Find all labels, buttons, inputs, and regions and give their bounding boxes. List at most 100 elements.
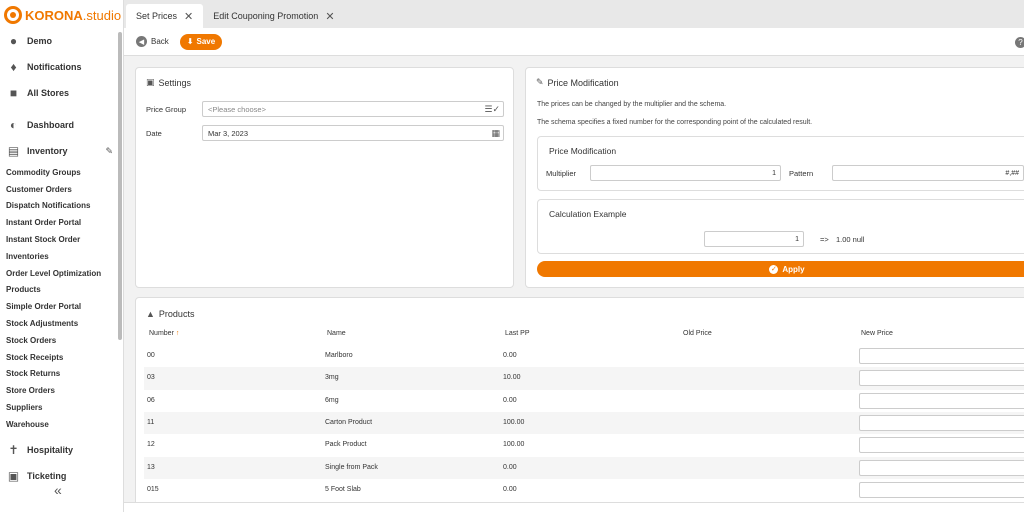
sidebar-item-label: All Stores: [27, 88, 70, 98]
calculation-example-subpanel: Calculation Example 1 => 1.00 null: [537, 199, 1024, 254]
sidebar-item-label: Demo: [27, 36, 53, 46]
price-group-row: Price Group <Please choose> ☰✓: [146, 101, 506, 117]
collapse-sidebar-icon[interactable]: «: [54, 482, 62, 498]
sidebar-item-inventory[interactable]: ▤ Inventory ✎: [0, 138, 123, 164]
sidebar-subitem-inventories[interactable]: Inventories: [0, 248, 123, 265]
calendar-icon[interactable]: ▦: [491, 128, 500, 139]
price-modification-panel: ✎ Price Modification The prices can be c…: [525, 67, 1024, 288]
sidebar-subitem-dispatch-notifications[interactable]: Dispatch Notifications: [0, 198, 123, 215]
pattern-input[interactable]: #,##: [832, 165, 1024, 181]
price-group-select[interactable]: <Please choose> ☰✓: [202, 101, 504, 117]
sidebar-subitem-stock-orders[interactable]: Stock Orders: [0, 332, 123, 349]
close-icon[interactable]: ✕: [184, 10, 193, 23]
settings-title: ▣ Settings: [146, 77, 191, 88]
sidebar-item-demo[interactable]: ● Demo: [0, 28, 123, 54]
sidebar-subitem-instant-stock-order[interactable]: Instant Stock Order: [0, 231, 123, 248]
sidebar-subitem-warehouse[interactable]: Warehouse: [0, 416, 123, 433]
sidebar-subitem-stock-receipts[interactable]: Stock Receipts: [0, 349, 123, 366]
table-row[interactable]: 00 Marlboro 0.00: [144, 345, 1024, 367]
sidebar-subitem-order-level-optimization[interactable]: Order Level Optimization: [0, 265, 123, 282]
sidebar-subitem-suppliers[interactable]: Suppliers: [0, 399, 123, 416]
column-header-old-price[interactable]: Old Price: [683, 330, 712, 337]
sidebar-subitem-products[interactable]: Products: [0, 282, 123, 299]
sitemap-icon: ▲: [146, 309, 155, 319]
column-label: Number: [149, 330, 174, 337]
column-header-name[interactable]: Name: [327, 330, 346, 337]
table-row[interactable]: 13 Single from Pack 0.00: [144, 456, 1024, 479]
back-label: Back: [151, 37, 169, 46]
sidebar-item-label: Ticketing: [27, 470, 67, 481]
ticket-icon: ▣: [7, 468, 20, 483]
boxes-icon: ▤: [7, 144, 20, 158]
table-row[interactable]: 11 Carton Product 100.00: [144, 411, 1024, 435]
price-mod-description: The prices can be changed by the multipl…: [537, 101, 727, 108]
user-icon: ●: [9, 34, 18, 48]
product-name: 5 Foot Slab: [325, 485, 361, 493]
sort-ascending-icon: ↑: [175, 330, 180, 337]
help-icon[interactable]: ?: [1015, 37, 1024, 48]
product-last-pp: 0.00: [503, 352, 517, 359]
table-row[interactable]: 12 Pack Product 100.00: [144, 434, 1024, 456]
product-number: 015: [147, 485, 159, 493]
price-modification-title-text: Price Modification: [547, 77, 619, 88]
column-header-new-price[interactable]: New Price: [861, 330, 893, 337]
product-last-pp: 0.00: [503, 463, 517, 471]
close-icon[interactable]: ✕: [325, 10, 334, 23]
products-title-text: Products: [158, 309, 195, 319]
calculation-input[interactable]: 1: [704, 231, 804, 247]
price-group-value: <Please choose>: [208, 104, 266, 114]
calculation-example-title: Calculation Example: [549, 209, 627, 219]
product-number: 06: [147, 396, 155, 404]
product-number: 13: [147, 463, 155, 471]
sidebar-subitem-store-orders[interactable]: Store Orders: [0, 382, 123, 399]
sidebar-subitem-stock-adjustments[interactable]: Stock Adjustments: [0, 315, 123, 332]
sidebar-subitem-instant-order-portal[interactable]: Instant Order Portal: [0, 214, 123, 231]
back-button[interactable]: ◀ Back: [136, 36, 169, 47]
korona-logo-icon: [4, 6, 22, 24]
settings-title-text: Settings: [158, 77, 192, 88]
price-modification-subpanel: Price Modification Multiplier 1 Pattern …: [537, 136, 1024, 191]
table-row[interactable]: 03 3mg 10.00: [144, 367, 1024, 390]
table-row[interactable]: 015 5 Foot Slab 0.00: [144, 479, 1024, 501]
settings-icon: ▣: [146, 77, 155, 87]
products-title: ▲ Products: [146, 309, 194, 319]
sidebar-subitem-commodity-groups[interactable]: Commodity Groups: [0, 164, 123, 181]
gauge-icon: ◐: [9, 118, 18, 132]
subpanel-title: Price Modification: [549, 146, 617, 156]
date-row: Date Mar 3, 2023 ▦: [146, 125, 506, 141]
sidebar: KORONA .studio ● Demo ♦ Notifications ■ A…: [0, 0, 124, 512]
product-name: 6mg: [325, 396, 339, 404]
sidebar-item-hospitality[interactable]: ✝ Hospitality: [0, 437, 123, 463]
new-price-input[interactable]: [859, 481, 1024, 498]
multiplier-input[interactable]: 1: [590, 165, 781, 181]
logo[interactable]: KORONA .studio: [0, 0, 123, 30]
new-price-input[interactable]: [859, 348, 1024, 364]
new-price-input[interactable]: [859, 370, 1024, 387]
column-header-number[interactable]: Number ↑: [149, 330, 179, 337]
column-header-last-pp[interactable]: Last PP: [505, 330, 530, 337]
product-number: 03: [147, 374, 155, 382]
pencil-icon: ✎: [536, 77, 544, 87]
save-label: Save: [196, 37, 216, 46]
tab-edit-couponing-promotion[interactable]: Edit Couponing Promotion ✕: [203, 4, 344, 28]
date-field[interactable]: Mar 3, 2023 ▦: [202, 125, 504, 141]
sidebar-subitem-stock-returns[interactable]: Stock Returns: [0, 366, 123, 383]
new-price-input[interactable]: [859, 459, 1024, 476]
new-price-input[interactable]: [859, 392, 1024, 409]
new-price-input[interactable]: [859, 414, 1024, 431]
list-check-icon[interactable]: ☰✓: [484, 104, 500, 115]
table-row[interactable]: 06 6mg 0.00: [144, 390, 1024, 412]
apply-button[interactable]: ✓ Apply: [537, 261, 1024, 277]
save-button[interactable]: ⬇ Save: [179, 33, 223, 50]
sidebar-item-dashboard[interactable]: ◐ Dashboard: [0, 112, 123, 138]
sidebar-scrollbar[interactable]: [118, 32, 122, 340]
tab-set-prices[interactable]: Set Prices ✕: [126, 4, 204, 28]
edit-icon[interactable]: ✎: [105, 146, 113, 157]
sidebar-item-notifications[interactable]: ♦ Notifications: [0, 54, 123, 80]
sidebar-subitem-simple-order-portal[interactable]: Simple Order Portal: [0, 298, 123, 315]
sidebar-subitem-customer-orders[interactable]: Customer Orders: [0, 181, 123, 198]
sidebar-item-all-stores[interactable]: ■ All Stores: [0, 80, 123, 106]
product-name: Marlboro: [325, 352, 353, 359]
new-price-input[interactable]: [859, 437, 1024, 454]
product-last-pp: 10.00: [503, 374, 521, 382]
